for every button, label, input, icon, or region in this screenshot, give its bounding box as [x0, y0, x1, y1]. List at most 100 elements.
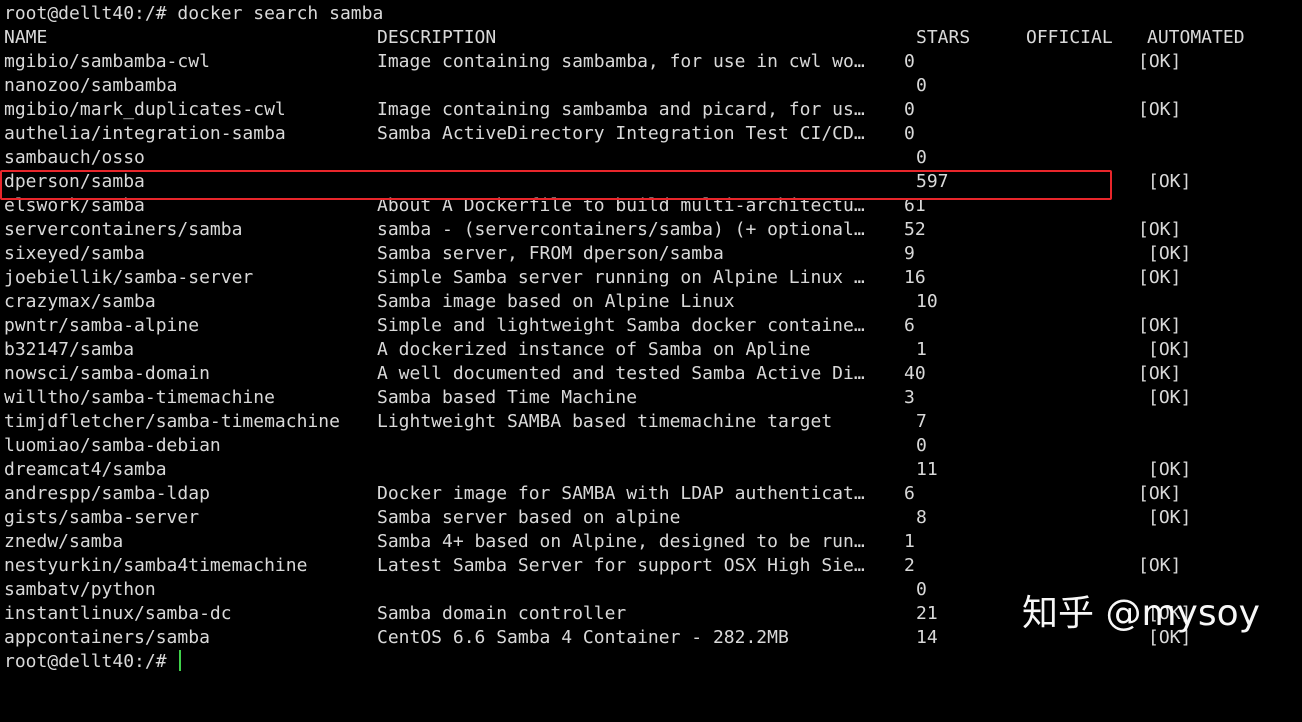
table-row: timjdfletcher/samba-timemachine Lightweig…	[4, 410, 1294, 434]
row-description: Latest Samba Server for support OSX High…	[377, 555, 865, 576]
row-automated: [OK]	[1148, 339, 1192, 360]
row-description: A dockerized instance of Samba on Apline	[377, 339, 811, 360]
watermark: 知乎 @mysoy	[1022, 593, 1260, 634]
table-row: sixeyed/samba Samba server, FROM dperson/…	[4, 242, 1294, 266]
row-name: nowsci/samba-domain	[4, 363, 210, 384]
row-name: sambatv/python	[4, 579, 156, 600]
row-name: dreamcat4/samba	[4, 459, 167, 480]
table-row: crazymax/samba Samba image based on Alpin…	[4, 290, 1294, 314]
row-name: mgibio/mark_duplicates-cwl	[4, 99, 286, 120]
table-row: sambauch/osso 0	[4, 146, 1294, 170]
row-description: Samba server, FROM dperson/samba	[377, 243, 724, 264]
row-name: znedw/samba	[4, 531, 124, 552]
row-description: Samba image based on Alpine Linux	[377, 291, 735, 312]
row-name: pwntr/samba-alpine	[4, 315, 200, 336]
table-header: NAME DESCRIPTION STARS OFFICIAL AUTOMATE…	[4, 26, 1294, 50]
row-automated: [OK]	[1138, 99, 1182, 120]
text-cursor	[179, 650, 182, 671]
row-stars: 7	[916, 411, 927, 432]
row-name: mgibio/sambamba-cwl	[4, 51, 210, 72]
row-stars: 0	[916, 579, 927, 600]
row-automated: [OK]	[1138, 51, 1182, 72]
row-description: Samba based Time Machine	[377, 387, 638, 408]
table-row: andrespp/samba-ldap Docker image for SAMB…	[4, 482, 1294, 506]
table-row: willtho/samba-timemachine Samba based Tim…	[4, 386, 1294, 410]
row-automated: [OK]	[1148, 507, 1192, 528]
row-automated: [OK]	[1148, 459, 1192, 480]
row-name: gists/samba-server	[4, 507, 200, 528]
row-name: timjdfletcher/samba-timemachine	[4, 411, 340, 432]
prompt-text: root@dellt40:/#	[4, 651, 178, 672]
row-description: Simple and lightweight Samba docker cont…	[377, 315, 865, 336]
row-stars: 10	[916, 291, 938, 312]
table-row: luomiao/samba-debian 0	[4, 434, 1294, 458]
row-stars: 0	[916, 147, 927, 168]
header-automated: AUTOMATED	[1147, 27, 1245, 48]
table-row: nestyurkin/samba4timemachine Latest Samba…	[4, 554, 1294, 578]
row-name: servercontainers/samba	[4, 219, 243, 240]
row-name: appcontainers/samba	[4, 627, 210, 648]
table-row: znedw/samba Samba 4+ based on Alpine, des…	[4, 530, 1294, 554]
prompt-line[interactable]: root@dellt40:/#	[4, 650, 1294, 674]
table-row: dreamcat4/samba 11 [OK]	[4, 458, 1294, 482]
row-stars: 0	[904, 99, 915, 120]
row-stars: 6	[904, 483, 915, 504]
row-stars: 52	[904, 219, 926, 240]
row-stars: 1	[904, 531, 915, 552]
highlight-annotation	[0, 170, 1112, 200]
row-automated: [OK]	[1138, 555, 1182, 576]
row-automated: [OK]	[1148, 171, 1192, 192]
row-description: Samba ActiveDirectory Integration Test C…	[377, 123, 865, 144]
row-stars: 1	[916, 339, 927, 360]
row-description: Samba domain controller	[377, 603, 627, 624]
row-description: Lightweight SAMBA based timemachine targ…	[377, 411, 833, 432]
row-description: Docker image for SAMBA with LDAP authent…	[377, 483, 865, 504]
row-automated: [OK]	[1148, 243, 1192, 264]
row-automated: [OK]	[1138, 315, 1182, 336]
row-automated: [OK]	[1138, 363, 1182, 384]
row-name: sambauch/osso	[4, 147, 145, 168]
row-automated: [OK]	[1148, 387, 1192, 408]
header-description: DESCRIPTION	[377, 27, 497, 48]
table-row: authelia/integration-samba Samba ActiveDi…	[4, 122, 1294, 146]
command-line: root@dellt40:/# docker search samba	[4, 2, 1294, 26]
row-automated: [OK]	[1138, 267, 1182, 288]
row-name: luomiao/samba-debian	[4, 435, 221, 456]
row-stars: 0	[916, 435, 927, 456]
row-description: Image containing sambamba, for use in cw…	[377, 51, 865, 72]
header-name: NAME	[4, 27, 48, 48]
row-stars: 11	[916, 459, 938, 480]
command-text: root@dellt40:/# docker search samba	[4, 3, 384, 24]
row-stars: 14	[916, 627, 938, 648]
table-row: b32147/samba A dockerized instance of Sam…	[4, 338, 1294, 362]
row-stars: 0	[916, 75, 927, 96]
row-description: Samba 4+ based on Alpine, designed to be…	[377, 531, 865, 552]
row-name: willtho/samba-timemachine	[4, 387, 275, 408]
prompt-input[interactable]: root@dellt40:/#	[4, 650, 182, 674]
row-name: nanozoo/sambamba	[4, 75, 178, 96]
table-row: nowsci/samba-domain A well documented and…	[4, 362, 1294, 386]
table-row: joebiellik/samba-server Simple Samba serv…	[4, 266, 1294, 290]
row-stars: 0	[904, 51, 915, 72]
row-automated: [OK]	[1138, 219, 1182, 240]
row-description: A well documented and tested Samba Activ…	[377, 363, 865, 384]
row-description: Image containing sambamba and picard, fo…	[377, 99, 865, 120]
row-stars: 8	[916, 507, 927, 528]
row-name: b32147/samba	[4, 339, 135, 360]
row-stars: 6	[904, 315, 915, 336]
header-official: OFFICIAL	[1026, 27, 1113, 48]
header-stars: STARS	[916, 27, 971, 48]
table-row: mgibio/mark_duplicates-cwl Image containi…	[4, 98, 1294, 122]
row-stars: 3	[904, 387, 915, 408]
row-description: Simple Samba server running on Alpine Li…	[377, 267, 865, 288]
row-stars: 0	[904, 123, 915, 144]
row-name: crazymax/samba	[4, 291, 156, 312]
row-description: samba - (servercontainers/samba) (+ opti…	[377, 219, 865, 240]
row-name: sixeyed/samba	[4, 243, 145, 264]
terminal-window[interactable]: root@dellt40:/# docker search samba NAME…	[0, 0, 1302, 677]
row-stars: 9	[904, 243, 915, 264]
table-row: gists/samba-server Samba server based on …	[4, 506, 1294, 530]
table-row: servercontainers/samba samba - (servercon…	[4, 218, 1294, 242]
table-row: nanozoo/sambamba 0	[4, 74, 1294, 98]
row-name: andrespp/samba-ldap	[4, 483, 210, 504]
